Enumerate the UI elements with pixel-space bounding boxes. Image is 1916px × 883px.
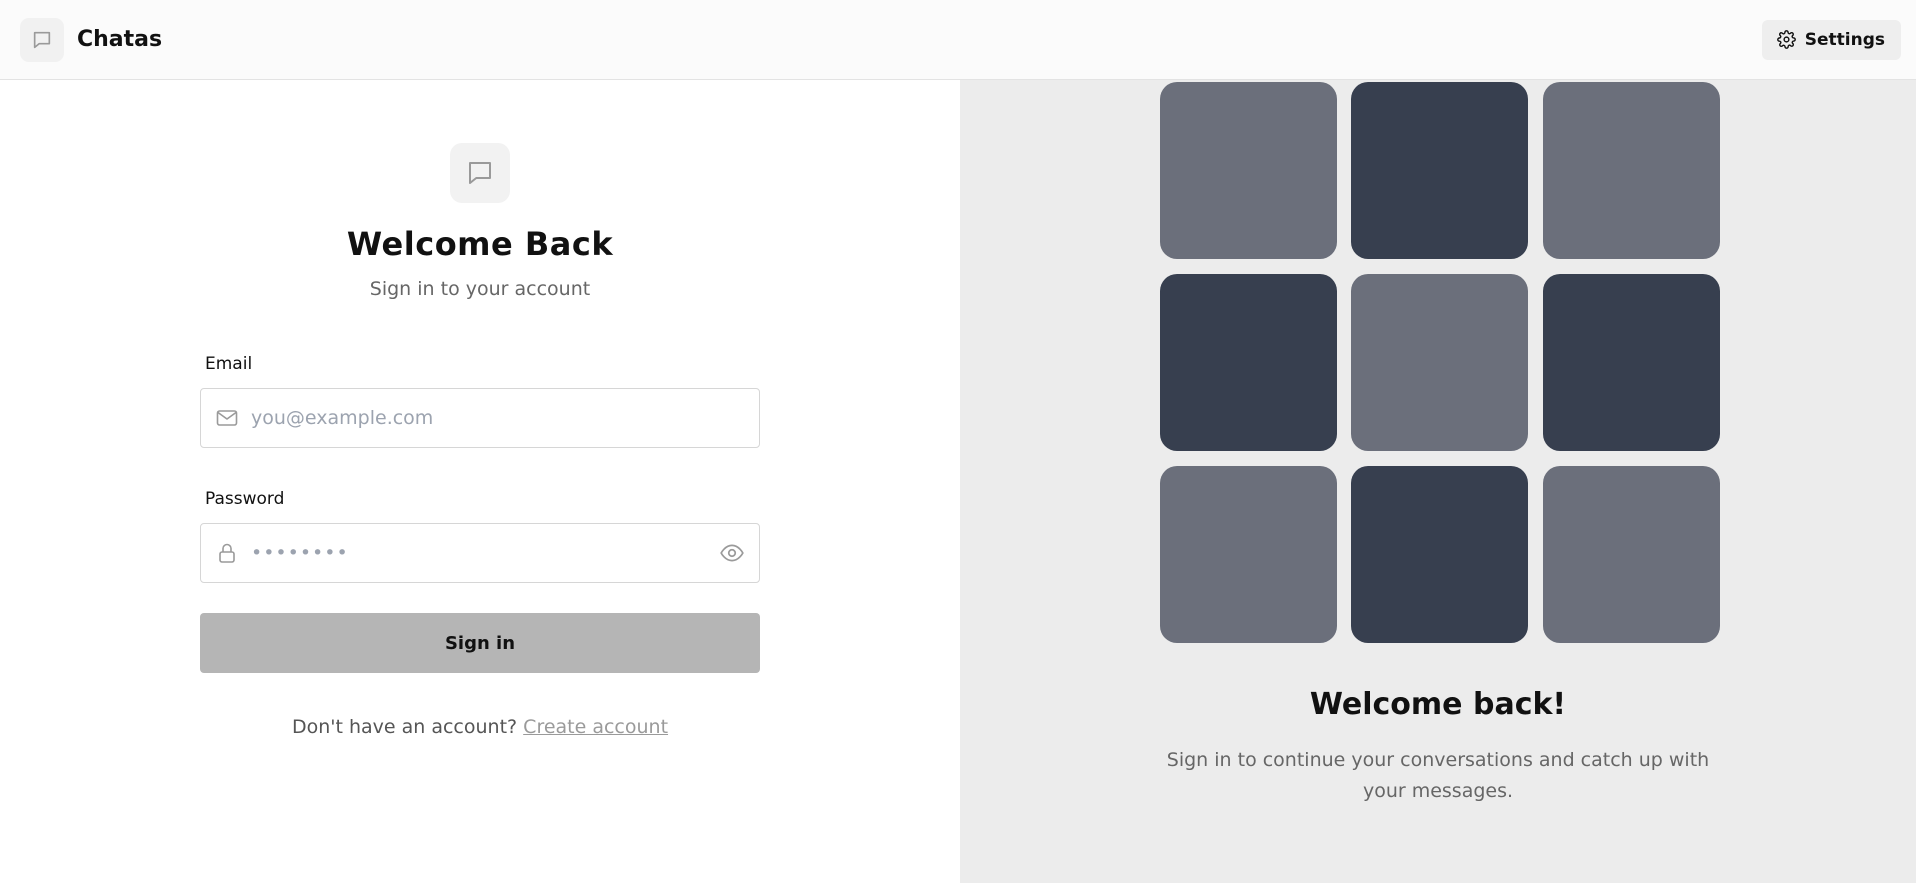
top-bar: Chatas Settings	[0, 0, 1916, 80]
pattern-tile	[1351, 466, 1528, 643]
chat-bubble-icon	[20, 17, 64, 62]
gear-icon	[1776, 30, 1796, 49]
pattern-tile	[1543, 274, 1720, 451]
promo-text: Sign in to continue your conversations a…	[1166, 749, 1710, 802]
pattern-tile	[1543, 82, 1720, 259]
signup-prompt: Don't have an account?	[291, 716, 518, 738]
password-value: ••••••••	[251, 542, 349, 564]
login-form: Email you@example.com Password ••••••••	[200, 80, 760, 883]
pattern-tile	[1160, 274, 1337, 451]
lock-icon	[215, 541, 239, 565]
email-field[interactable]: you@example.com	[200, 388, 760, 448]
pattern-tile	[1351, 82, 1528, 259]
settings-label: Settings	[1804, 29, 1885, 50]
pattern-tile	[1543, 466, 1720, 643]
pattern-tile	[1160, 466, 1337, 643]
signup-prompt-line: Don't have an account? Create account	[0, 716, 960, 738]
sign-in-button[interactable]: Sign in	[200, 613, 760, 673]
password-label: Password	[205, 489, 285, 509]
brand[interactable]: Chatas	[20, 17, 163, 62]
brand-name: Chatas	[77, 27, 163, 52]
login-panel: Welcome Back Sign in to your account Ema…	[0, 80, 960, 883]
mail-icon	[215, 406, 239, 430]
settings-button[interactable]: Settings	[1761, 19, 1901, 60]
pattern-tile	[1351, 274, 1528, 451]
email-label: Email	[205, 354, 253, 374]
promo-panel: Welcome back! Sign in to continue your c…	[960, 80, 1916, 883]
email-placeholder: you@example.com	[251, 407, 434, 429]
create-account-link[interactable]: Create account	[523, 716, 668, 738]
pattern-tile	[1160, 82, 1337, 259]
eye-icon[interactable]	[719, 540, 745, 566]
password-field[interactable]: ••••••••	[200, 523, 760, 583]
promo-title: Welcome back!	[1309, 687, 1567, 722]
